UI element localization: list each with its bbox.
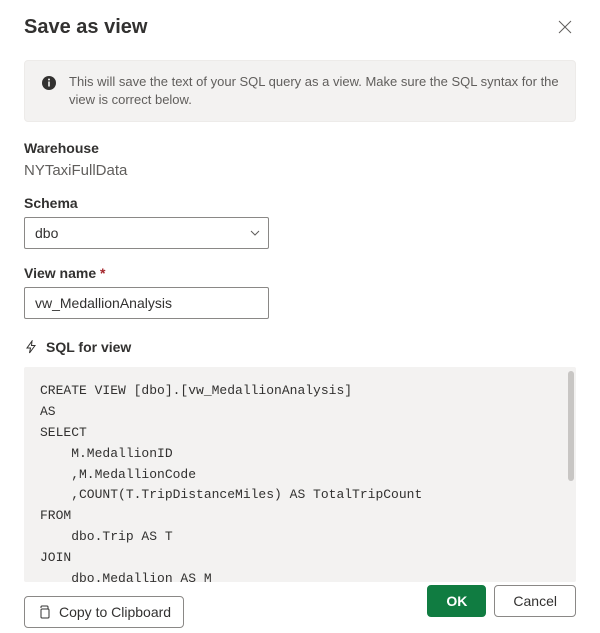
cancel-button[interactable]: Cancel	[494, 585, 576, 617]
close-button[interactable]	[554, 16, 576, 42]
schema-label: Schema	[24, 195, 576, 211]
info-banner: This will save the text of your SQL quer…	[24, 60, 576, 122]
schema-field: Schema	[24, 195, 576, 249]
dialog-header: Save as view	[24, 16, 576, 42]
warehouse-label: Warehouse	[24, 140, 576, 156]
warehouse-field: Warehouse NYTaxiFullData	[24, 140, 576, 179]
copy-button-label: Copy to Clipboard	[59, 604, 171, 620]
dialog-footer: OK Cancel	[427, 585, 576, 617]
ok-button[interactable]: OK	[427, 585, 486, 617]
close-icon	[558, 20, 572, 34]
required-indicator: *	[100, 265, 105, 281]
info-message: This will save the text of your SQL quer…	[69, 73, 559, 109]
sql-code-box[interactable]: CREATE VIEW [dbo].[vw_MedallionAnalysis]…	[24, 367, 576, 582]
sql-code-content: CREATE VIEW [dbo].[vw_MedallionAnalysis]…	[40, 383, 422, 582]
view-name-input[interactable]	[24, 287, 269, 319]
copy-icon	[37, 605, 51, 619]
info-icon	[41, 75, 57, 91]
sql-section-header: SQL for view	[24, 339, 576, 355]
copy-to-clipboard-button[interactable]: Copy to Clipboard	[24, 596, 184, 628]
view-name-label-text: View name	[24, 265, 96, 281]
view-name-field: View name *	[24, 265, 576, 319]
warehouse-value: NYTaxiFullData	[24, 162, 576, 179]
dialog-title: Save as view	[24, 16, 147, 39]
view-name-label: View name *	[24, 265, 576, 281]
sql-section-label: SQL for view	[46, 339, 131, 355]
flash-icon	[24, 340, 38, 354]
schema-select[interactable]	[24, 217, 269, 249]
scrollbar-thumb[interactable]	[568, 371, 574, 481]
